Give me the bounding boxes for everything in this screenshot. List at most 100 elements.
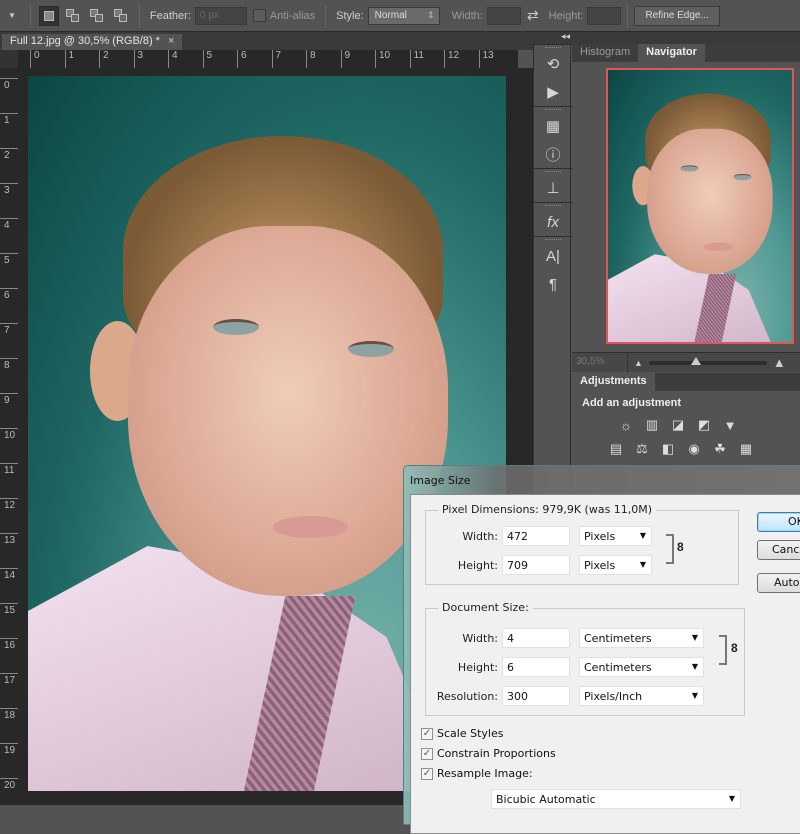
collapse-panels-icon[interactable]: ◂◂ (561, 31, 570, 42)
width-input[interactable] (486, 6, 521, 25)
style-select[interactable]: Normal (367, 6, 440, 25)
channel-mixer-icon[interactable]: ☘ (712, 441, 728, 457)
doc-width-input[interactable]: 4 (502, 628, 570, 648)
doc-width-label: Width: (462, 631, 498, 645)
ruler-tick: 16 (0, 638, 18, 651)
ruler-tick: 0 (30, 50, 40, 68)
anti-alias-checkbox[interactable] (252, 9, 266, 22)
vibrance-icon[interactable]: ▼ (722, 417, 738, 433)
ruler-tick: 3 (0, 183, 18, 196)
add-to-selection-button[interactable] (63, 6, 83, 26)
color-lookup-icon[interactable]: ▦ (738, 441, 754, 457)
exposure-icon[interactable]: ◩ (696, 417, 712, 433)
curves-icon[interactable]: ◪ (670, 417, 686, 433)
ruler-tick: 1 (0, 113, 18, 126)
adjustments-panel: Adjustments Add an adjustment ☼ ▥ ◪ ◩ ▼ … (572, 373, 800, 463)
new-selection-icon (43, 10, 54, 21)
clone-source-icon[interactable]: ⊥ (534, 174, 572, 202)
character-icon[interactable]: A| (534, 242, 572, 270)
ruler-tick: 9 (0, 393, 18, 406)
resample-method-select[interactable]: Bicubic Automatic ▼ (491, 789, 741, 809)
anti-alias-label: Anti-alias (269, 9, 316, 22)
ruler-tick: 5 (202, 50, 212, 68)
pixel-width-row: Width: 472 Pixels ▼ (426, 526, 652, 546)
horizontal-ruler[interactable]: 0 1 2 3 4 5 6 7 8 9 10 11 12 13 (18, 50, 518, 68)
ruler-tick: 2 (99, 50, 109, 68)
navigator-view[interactable] (572, 62, 800, 352)
color-balance-icon[interactable]: ⚖ (634, 441, 650, 457)
scale-styles-row: ✓ Scale Styles (421, 727, 503, 740)
cancel-button[interactable]: Canc (757, 540, 800, 560)
zoom-in-icon[interactable]: ▲ (773, 355, 786, 370)
resolution-input[interactable]: 300 (502, 686, 570, 706)
navigator-zoom-input[interactable]: 30,5% (572, 352, 628, 373)
subtract-from-selection-button[interactable] (87, 6, 107, 26)
navigator-thumbnail[interactable] (606, 68, 794, 344)
constrain-proportions-row: ✓ Constrain Proportions (421, 747, 556, 760)
tool-preset-dropdown[interactable]: ▼ (8, 11, 16, 20)
doc-height-unit-select[interactable]: Centimeters ▼ (579, 657, 704, 677)
resample-method-value: Bicubic Automatic (496, 793, 596, 806)
ruler-tick: 13 (0, 533, 18, 546)
hue-saturation-icon[interactable]: ▤ (608, 441, 624, 457)
auto-button[interactable]: Auto (757, 573, 800, 593)
pixel-width-unit-select[interactable]: Pixels ▼ (579, 526, 652, 546)
constrain-proportions-checkbox[interactable]: ✓ (421, 747, 433, 760)
close-tab-icon[interactable]: × (168, 35, 174, 49)
ruler-tick: 11 (0, 463, 18, 476)
info-icon[interactable]: ⓘ (534, 140, 572, 168)
document-tab-title: Full 12.jpg @ 30,5% (RGB/8) * (10, 35, 160, 47)
chevron-down-icon: ▼ (691, 662, 698, 671)
feather-input[interactable]: 0 px (194, 6, 247, 25)
photo-eye-right (348, 341, 394, 357)
history-icon[interactable]: ⟲ (534, 50, 572, 78)
ruler-tick: 6 (0, 288, 18, 301)
ruler-origin[interactable] (0, 50, 18, 68)
pixel-height-unit-select[interactable]: Pixels ▼ (579, 555, 652, 575)
pixel-height-input[interactable]: 709 (502, 555, 570, 575)
pixel-width-input[interactable]: 472 (502, 526, 570, 546)
ruler-tick: 5 (0, 253, 18, 266)
tab-adjustments[interactable]: Adjustments (572, 373, 655, 391)
black-white-icon[interactable]: ◧ (660, 441, 676, 457)
new-selection-button[interactable] (38, 5, 59, 26)
refine-edge-button[interactable]: Refine Edge... (634, 5, 720, 26)
ruler-tick: 2 (0, 148, 18, 161)
zoom-out-icon[interactable]: ▲ (634, 358, 643, 368)
paragraph-icon[interactable]: ¶ (534, 270, 572, 298)
vertical-ruler[interactable]: 0 1 2 3 4 5 6 7 8 9 10 11 12 13 14 15 16 17 18 19 20 (0, 68, 18, 805)
ruler-tick: 12 (444, 50, 459, 68)
document-tab-bar: Full 12.jpg @ 30,5% (RGB/8) * × (0, 32, 533, 50)
scale-styles-checkbox[interactable]: ✓ (421, 727, 433, 740)
ruler-tick: 8 (0, 358, 18, 371)
ruler-tick: 14 (0, 568, 18, 581)
photo-face (128, 226, 448, 596)
swap-dimensions-icon[interactable]: ⇄ (527, 7, 539, 24)
ruler-tick: 6 (237, 50, 247, 68)
actions-play-icon[interactable]: ▶ (534, 78, 572, 106)
brightness-contrast-icon[interactable]: ☼ (618, 417, 634, 433)
levels-icon[interactable]: ▥ (644, 417, 660, 433)
3d-properties-icon[interactable]: ▦ (534, 112, 572, 140)
add-selection-icon (66, 9, 80, 22)
height-input[interactable] (587, 6, 622, 25)
resolution-unit-select[interactable]: Pixels/Inch ▼ (579, 686, 704, 706)
tab-navigator[interactable]: Navigator (638, 44, 705, 62)
link-chain-icon: 8 (731, 641, 738, 655)
photo-filter-icon[interactable]: ◉ (686, 441, 702, 457)
ruler-tick: 9 (340, 50, 350, 68)
doc-width-unit-select[interactable]: Centimeters ▼ (579, 628, 704, 648)
constrain-proportions-label: Constrain Proportions (437, 747, 556, 760)
doc-height-input[interactable]: 6 (502, 657, 570, 677)
document-tab[interactable]: Full 12.jpg @ 30,5% (RGB/8) * × (2, 34, 183, 50)
document-size-legend: Document Size: (438, 601, 533, 614)
tab-histogram[interactable]: Histogram (572, 44, 638, 62)
resolution-row: Resolution: 300 Pixels/Inch ▼ (426, 686, 704, 706)
resample-image-checkbox[interactable]: ✓ (421, 767, 433, 780)
navigator-zoom-slider[interactable] (648, 356, 767, 365)
ok-button[interactable]: OK (757, 512, 800, 532)
navigator-zoom-slider-handle[interactable] (691, 356, 702, 365)
intersect-selection-button[interactable] (111, 6, 131, 26)
styles-fx-icon[interactable]: fx (534, 208, 572, 236)
dialog-title: Image Size (410, 474, 471, 487)
